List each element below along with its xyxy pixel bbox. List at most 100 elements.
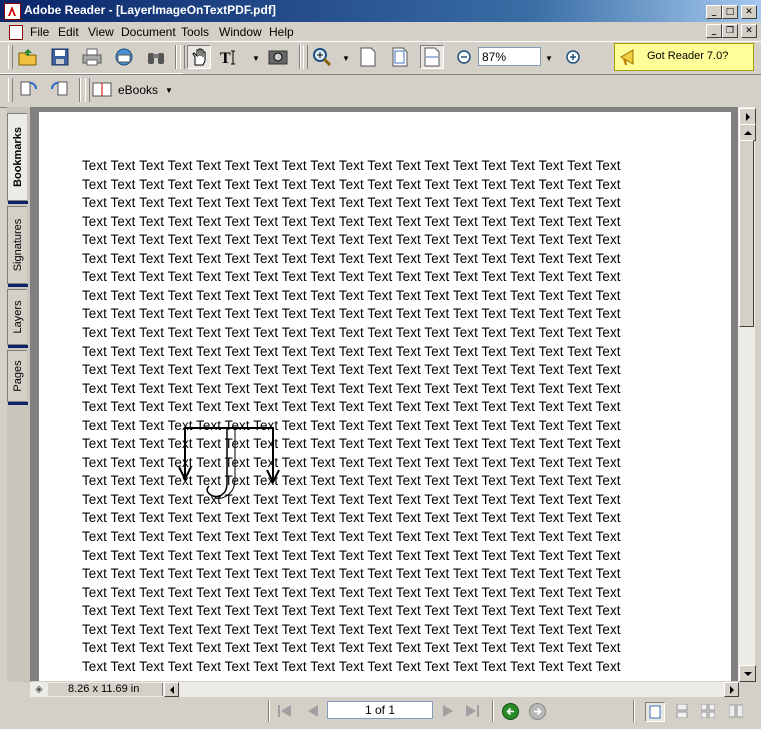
document-icon[interactable] <box>9 25 23 40</box>
tab-signatures[interactable]: Signatures <box>7 206 28 287</box>
last-page-icon[interactable] <box>463 702 481 720</box>
select-text-icon[interactable]: T <box>218 45 242 69</box>
zoom-tool-dropdown-icon[interactable]: ▼ <box>342 54 350 63</box>
facing-layout-icon[interactable] <box>727 702 745 720</box>
email-icon[interactable] <box>112 45 136 69</box>
save-icon[interactable] <box>48 45 72 69</box>
rotate-counterclockwise-icon[interactable] <box>48 77 72 101</box>
page-text-line: Text Text Text Text Text Text Text Text … <box>82 417 621 433</box>
go-forward-icon[interactable] <box>528 702 546 720</box>
page-text-line: Text Text Text Text Text Text Text Text … <box>82 362 621 378</box>
page-text-line: Text Text Text Text Text Text Text Text … <box>82 658 621 674</box>
menu-document[interactable]: Document <box>121 25 176 39</box>
maximize-button[interactable]: □ <box>722 5 738 19</box>
page-text-line: Text Text Text Text Text Text Text Text … <box>82 195 621 211</box>
scroll-panel-right-button[interactable] <box>739 108 756 125</box>
tab-layers-indicator <box>8 345 28 348</box>
search-binoculars-icon[interactable] <box>144 45 168 69</box>
tab-pages-indicator <box>8 402 28 405</box>
hand-tool-icon[interactable] <box>187 45 211 69</box>
page-text-line: Text Text Text Text Text Text Text Text … <box>82 454 621 470</box>
scroll-down-button[interactable] <box>739 665 756 682</box>
zoom-out-icon[interactable] <box>452 45 476 69</box>
page-text-line: Text Text Text Text Text Text Text Text … <box>82 232 621 248</box>
scroll-left-button[interactable] <box>164 682 179 697</box>
got-reader-promo-button[interactable]: Got Reader 7.0? <box>614 43 754 71</box>
tab-signatures-label: Signatures <box>11 218 24 272</box>
adobe-reader-app-icon[interactable] <box>4 3 21 20</box>
megaphone-icon <box>620 49 634 65</box>
layer-image-overlay <box>178 427 280 499</box>
tab-bookmarks-label: Bookmarks <box>11 127 24 187</box>
ebooks-icon[interactable] <box>92 80 112 98</box>
close-button[interactable]: ✕ <box>741 5 757 19</box>
zoom-in-icon[interactable] <box>561 45 585 69</box>
page-number-field[interactable]: 1 of 1 <box>327 701 433 719</box>
page-text-line: Text Text Text Text Text Text Text Text … <box>82 158 621 173</box>
menu-help[interactable]: Help <box>269 25 294 39</box>
select-tool-dropdown-icon[interactable]: ▼ <box>252 54 260 63</box>
title-bar: Adobe Reader - [LayerImageOnTextPDF.pdf]… <box>0 0 761 22</box>
menu-view[interactable]: View <box>88 25 114 39</box>
page-text-line: Text Text Text Text Text Text Text Text … <box>82 306 621 322</box>
resize-panel-icon[interactable]: ◈ <box>32 683 46 696</box>
zoom-in-tool-icon[interactable] <box>310 45 334 69</box>
continuous-layout-icon[interactable] <box>673 702 691 720</box>
zoom-level-input[interactable]: 87% <box>478 47 541 66</box>
status-separator <box>633 700 635 722</box>
ebooks-label[interactable]: eBooks <box>118 83 158 97</box>
toolbar-separator <box>79 78 81 102</box>
tab-bookmarks[interactable]: Bookmarks <box>7 113 28 204</box>
scroll-right-button[interactable] <box>724 682 739 697</box>
actual-size-icon[interactable] <box>356 45 380 69</box>
doc-restore-button[interactable]: ❐ <box>722 24 738 38</box>
fit-page-icon[interactable] <box>388 45 412 69</box>
status-separator <box>492 700 494 722</box>
menu-file[interactable]: File <box>30 25 49 39</box>
page-text-line: Text Text Text Text Text Text Text Text … <box>82 399 621 415</box>
previous-page-icon[interactable] <box>304 702 322 720</box>
open-icon[interactable] <box>16 45 40 69</box>
pdf-page[interactable]: Text Text Text Text Text Text Text Text … <box>39 112 731 681</box>
window-title: Adobe Reader - [LayerImageOnTextPDF.pdf] <box>24 3 276 17</box>
next-page-icon[interactable] <box>439 702 457 720</box>
menu-edit[interactable]: Edit <box>58 25 79 39</box>
toolbar-grip[interactable] <box>8 78 13 102</box>
fit-width-icon[interactable] <box>420 45 444 69</box>
toolbar-grip[interactable] <box>303 45 308 69</box>
toolbar-grip[interactable] <box>85 78 90 102</box>
doc-close-button[interactable]: ✕ <box>741 24 757 38</box>
snapshot-icon[interactable] <box>266 45 290 69</box>
tab-bookmarks-indicator <box>8 201 28 204</box>
doc-minimize-button[interactable]: _ <box>706 24 722 38</box>
tab-layers[interactable]: Layers <box>7 289 28 348</box>
tab-pages[interactable]: Pages <box>7 350 28 405</box>
page-text-line: Text Text Text Text Text Text Text Text … <box>82 213 621 229</box>
tab-signatures-indicator <box>8 284 28 287</box>
single-page-layout-icon[interactable] <box>645 702 665 722</box>
zoom-level-dropdown-icon[interactable]: ▼ <box>545 54 553 63</box>
page-text-line: Text Text Text Text Text Text Text Text … <box>82 324 621 340</box>
page-text-line: Text Text Text Text Text Text Text Text … <box>82 566 621 582</box>
page-text-line: Text Text Text Text Text Text Text Text … <box>82 287 621 303</box>
menu-window[interactable]: Window <box>219 25 262 39</box>
go-back-icon[interactable] <box>501 702 519 720</box>
page-text-line: Text Text Text Text Text Text Text Text … <box>82 584 621 600</box>
toolbar-grip[interactable] <box>8 45 13 69</box>
menu-tools[interactable]: Tools <box>181 25 209 39</box>
page-text-line: Text Text Text Text Text Text Text Text … <box>82 603 621 619</box>
continuous-facing-layout-icon[interactable] <box>699 702 717 720</box>
print-icon[interactable] <box>80 45 104 69</box>
toolbar-grip[interactable] <box>180 45 185 69</box>
vertical-scroll-thumb[interactable] <box>739 140 754 327</box>
ebooks-dropdown-icon[interactable]: ▼ <box>165 86 173 95</box>
first-page-icon[interactable] <box>276 702 294 720</box>
scroll-up-button[interactable] <box>739 124 756 141</box>
got-reader-label: Got Reader 7.0? <box>647 50 729 62</box>
status-separator <box>268 700 270 722</box>
rotate-clockwise-icon[interactable] <box>16 77 40 101</box>
page-text-line: Text Text Text Text Text Text Text Text … <box>82 250 621 266</box>
page-text-line: Text Text Text Text Text Text Text Text … <box>82 380 621 396</box>
minimize-button[interactable]: _ <box>706 5 722 19</box>
menu-bar: File Edit View Document Tools Window Hel… <box>0 22 761 41</box>
